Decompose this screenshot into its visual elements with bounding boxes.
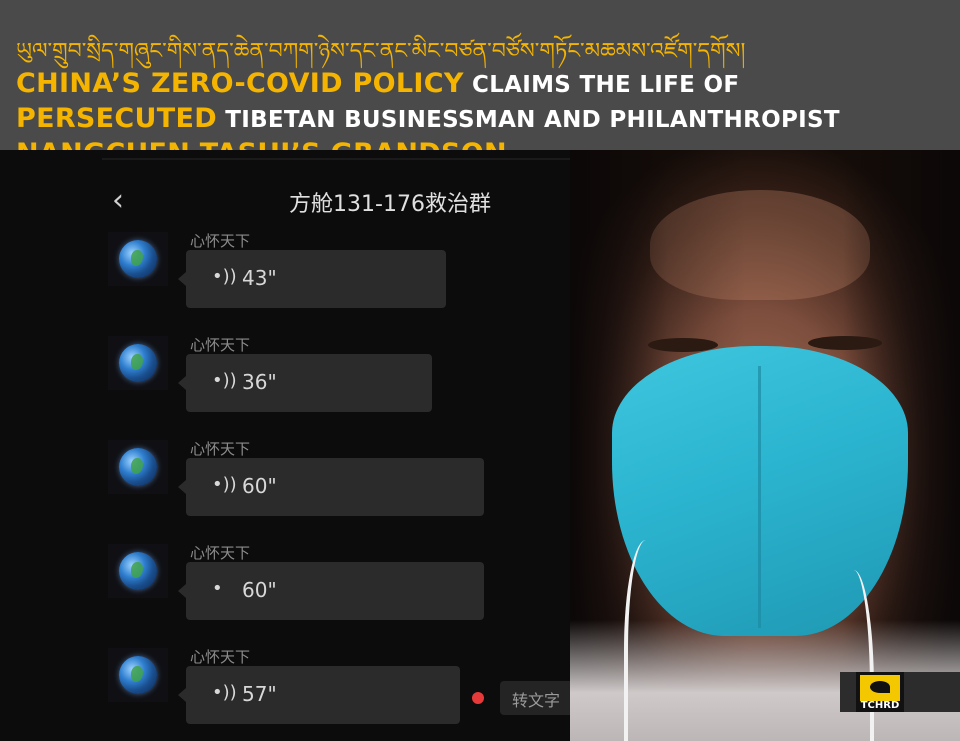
header-banner: ཡུལ་གྲུབ་སྲིད་གཞུང་གིས་ནད་ཆེན་བཀག་ཉེས་དང… [0,0,960,169]
avatar[interactable] [108,336,168,390]
globe-icon [119,240,157,278]
status-divider [102,158,570,160]
headline-part-3: persecuted [16,103,217,134]
earphone-cable-left [624,540,668,741]
chat-message: 心怀天下 •)) 43" [108,232,528,322]
chat-title: 方舱131-176救治群 [289,192,491,217]
voice-wave-icon: •)) [212,266,237,287]
voice-duration: 57" [242,682,277,706]
chat-message: 心怀天下 • 60" [108,544,528,634]
convert-to-text-button[interactable]: 转文字 [500,681,570,715]
voice-duration: 43" [242,266,277,290]
bird-icon [860,675,900,701]
globe-icon [119,552,157,590]
voice-wave-icon: •)) [212,370,237,391]
sender-name: 心怀天下 [190,336,251,354]
chat-message: 心怀天下 •)) 36" [108,336,528,426]
voice-message-bubble[interactable]: •)) 43" [178,250,446,308]
chat-message: 心怀天下 •)) 60" [108,440,528,530]
globe-icon [119,656,157,694]
mask-seam [758,366,761,628]
chat-screenshot: ‹ 方舱131-176救治群 心怀天下 •)) 43" 心怀天下 •)) 36"… [0,150,570,741]
voice-message-bubble[interactable]: •)) 57" [178,666,460,724]
logo-text: TCHRD [860,700,900,711]
voice-message-bubble[interactable]: • 60" [178,562,484,620]
voice-duration: 36" [242,370,277,394]
voice-duration: 60" [242,578,277,602]
masked-person-photo [570,150,960,741]
headline-part-2: claims the life of [463,72,740,98]
avatar[interactable] [108,440,168,494]
avatar[interactable] [108,544,168,598]
sender-name: 心怀天下 [190,440,251,458]
chat-message: 心怀天下 •)) 57" [108,648,528,738]
avatar[interactable] [108,648,168,702]
unread-dot [472,692,484,704]
sender-name: 心怀天下 [190,648,251,666]
globe-icon [119,344,157,382]
convert-to-text-label: 转文字 [512,691,561,710]
voice-message-bubble[interactable]: •)) 36" [178,354,432,412]
voice-wave-icon: • [212,578,223,599]
headline-part-1: China’s Zero-COVID Policy [16,68,464,99]
voice-duration: 60" [242,474,277,498]
voice-message-bubble[interactable]: •)) 60" [178,458,484,516]
sender-name: 心怀天下 [190,544,251,562]
voice-wave-icon: •)) [212,474,237,495]
headline-part-4: Tibetan businessman and philanthropist [216,107,840,133]
avatar[interactable] [108,232,168,286]
tchrd-logo: TCHRD [856,672,904,712]
right-eye [808,336,882,350]
voice-wave-icon: •)) [212,682,237,703]
globe-icon [119,448,157,486]
sender-name: 心怀天下 [190,232,251,250]
